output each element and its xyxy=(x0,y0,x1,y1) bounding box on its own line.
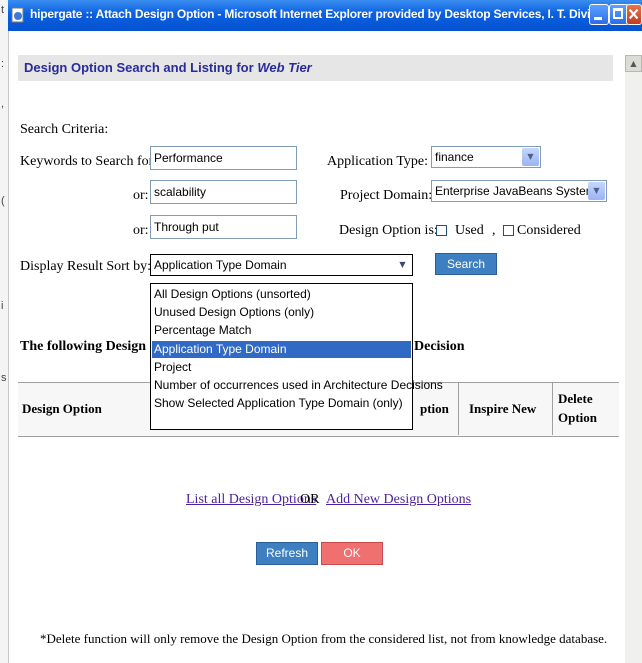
chevron-down-icon: ▼ xyxy=(588,182,605,200)
design-option-is-label: Design Option is: xyxy=(339,223,438,238)
page-title-tier: Web Tier xyxy=(257,60,312,75)
sort-option-item[interactable]: All Design Options (unsorted) xyxy=(152,286,411,303)
column-option: ption xyxy=(420,401,449,416)
application-type-select[interactable]: finance ▼ xyxy=(431,146,541,168)
sort-option-item[interactable]: Application Type Domain xyxy=(152,340,411,358)
sort-by-select[interactable]: Application Type Domain ▼ xyxy=(150,254,413,276)
sort-option-item[interactable]: Show Selected Application Type Domain (o… xyxy=(152,395,411,412)
column-divider xyxy=(458,382,459,435)
used-checkbox[interactable] xyxy=(436,225,447,236)
chevron-down-icon: ▼ xyxy=(522,148,539,166)
ok-button[interactable]: OK xyxy=(321,542,383,565)
considered-label: Considered xyxy=(517,223,581,238)
keywords-label: Keywords to Search for: xyxy=(20,154,158,169)
considered-checkbox[interactable] xyxy=(503,225,514,236)
column-divider xyxy=(552,382,553,435)
column-inspire-new: Inspire New xyxy=(469,401,537,416)
sort-option-item[interactable]: Percentage Match xyxy=(152,322,411,339)
or-text: OR xyxy=(300,492,320,507)
page-title: Design Option Search and Listing for Web… xyxy=(24,60,312,75)
application-type-value: finance xyxy=(435,150,474,164)
comma-separator: , xyxy=(492,223,496,238)
minimize-icon xyxy=(594,17,602,20)
results-intro-right: Decision xyxy=(414,339,465,354)
close-button[interactable] xyxy=(626,4,642,25)
keyword-input-1[interactable] xyxy=(150,146,297,170)
ie-page-icon xyxy=(11,7,24,23)
search-criteria-label: Search Criteria: xyxy=(20,122,109,137)
sort-by-value: Application Type Domain xyxy=(154,258,287,272)
application-type-label: Application Type: xyxy=(327,154,429,169)
chevron-down-icon: ▼ xyxy=(399,260,406,269)
sort-option-item[interactable]: Number of occurrences used in Architectu… xyxy=(152,377,443,394)
keyword-input-3[interactable] xyxy=(150,215,297,239)
sort-option-item[interactable]: Project xyxy=(152,359,411,376)
close-icon xyxy=(628,8,639,20)
refresh-button[interactable]: Refresh xyxy=(256,542,318,565)
footnote: *Delete function will only remove the De… xyxy=(40,631,608,646)
used-label: Used xyxy=(455,223,484,238)
column-delete-option-line1: Delete xyxy=(558,391,593,406)
sort-options-list[interactable]: All Design Options (unsorted) Unused Desi… xyxy=(150,283,443,430)
search-button[interactable]: Search xyxy=(435,253,497,275)
project-domain-select[interactable]: Enterprise JavaBeans System ▼ xyxy=(431,180,607,202)
sort-option-item[interactable]: Unused Design Options (only) xyxy=(152,304,411,321)
background-window-edge: t:, (i s xyxy=(0,0,9,663)
maximize-icon xyxy=(613,8,623,19)
vertical-scrollbar[interactable] xyxy=(625,55,642,663)
column-delete-option-line2: Option xyxy=(558,410,598,425)
or-label-2: or: xyxy=(133,223,149,238)
list-all-link[interactable]: List all Design Options xyxy=(186,492,316,508)
sort-by-label: Display Result Sort by: xyxy=(20,259,152,274)
page-title-prefix: Design Option Search and Listing for xyxy=(24,60,254,75)
project-domain-label: Project Domain: xyxy=(340,188,433,203)
project-domain-value: Enterprise JavaBeans System xyxy=(435,184,596,198)
column-design-option: Design Option xyxy=(22,401,102,416)
keyword-input-2[interactable] xyxy=(150,180,297,204)
minimize-button[interactable] xyxy=(589,4,609,25)
or-label-1: or: xyxy=(133,188,149,203)
window-title: hipergate :: Attach Design Option - Micr… xyxy=(30,7,615,21)
scroll-up-arrow-icon[interactable]: ▲ xyxy=(625,55,642,72)
add-new-link[interactable]: Add New Design Options xyxy=(326,492,471,508)
